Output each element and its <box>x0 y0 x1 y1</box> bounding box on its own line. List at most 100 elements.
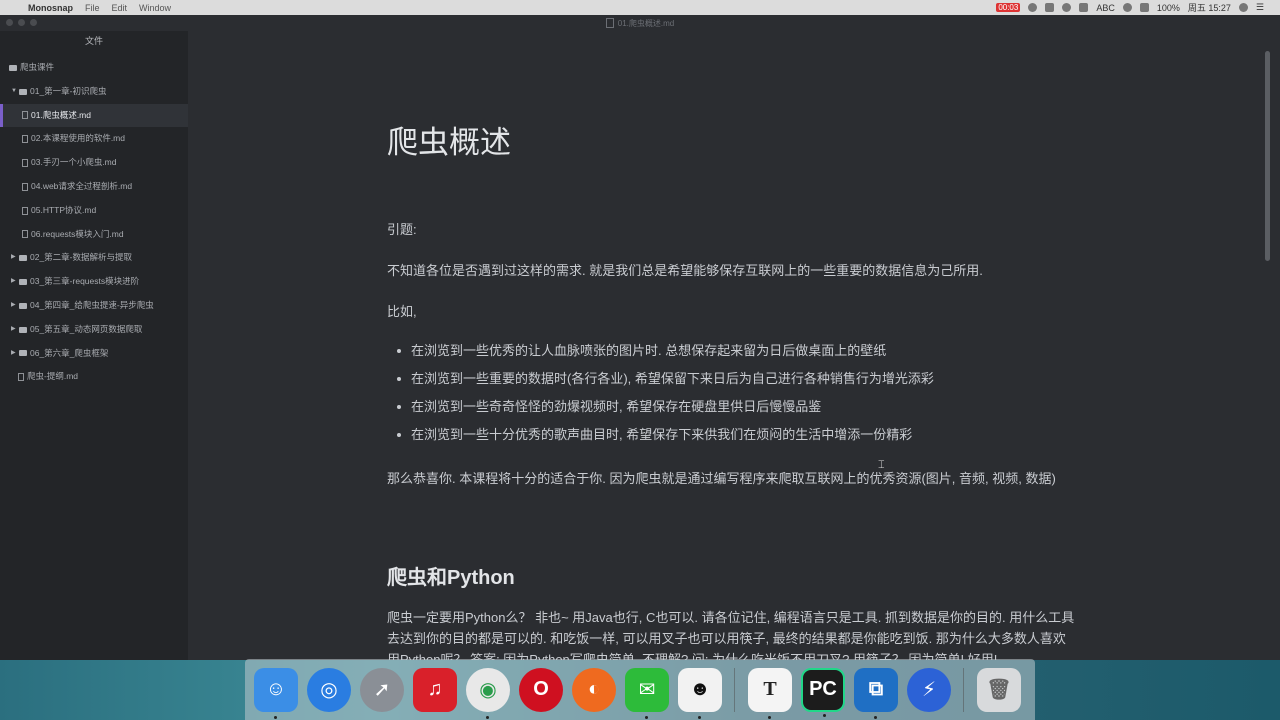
netease-music-icon[interactable]: ♫ <box>413 667 457 712</box>
notification-center-icon[interactable]: ☰ <box>1256 2 1264 13</box>
trash-icon[interactable]: 🗑 <box>977 667 1021 712</box>
file-icon <box>22 158 28 167</box>
tree-folder-ch2[interactable]: ▶ 02_第二章-数据解析与提取 <box>0 246 188 270</box>
close-button[interactable] <box>6 19 13 26</box>
file-icon <box>22 206 28 215</box>
vertical-scrollbar[interactable] <box>1265 51 1270 261</box>
firefox-icon[interactable]: ◐ <box>572 667 616 712</box>
running-indicator <box>645 715 648 719</box>
recording-indicator[interactable]: 00:03 <box>996 3 1021 12</box>
safari-icon[interactable]: ◎ <box>307 667 351 712</box>
wechat-status-icon[interactable] <box>1028 3 1038 12</box>
folder-icon <box>19 350 27 357</box>
window-titlebar: 01.爬虫概述.md <box>0 15 1280 31</box>
menubar-clock[interactable]: 周五 15:27 <box>1188 1 1231 14</box>
status-area: 00:03 ABC 100% 周五 15:27 ☰ <box>996 1 1264 14</box>
menu-file[interactable]: File <box>85 3 100 13</box>
thunder-icon[interactable]: ⚡ <box>907 667 951 712</box>
chevron-down-icon[interactable]: ▼ <box>11 80 19 104</box>
file-icon <box>22 135 28 144</box>
dock-separator <box>734 667 735 712</box>
dock-separator <box>963 667 964 712</box>
mouse-cursor-icon: ⌶ <box>878 459 885 471</box>
siri-icon[interactable] <box>1238 3 1248 12</box>
chevron-right-icon[interactable]: ▶ <box>11 342 19 366</box>
menu-edit[interactable]: Edit <box>112 3 128 13</box>
tree-file[interactable]: 03.手刃一个小爬虫.md <box>0 151 188 175</box>
volume-icon[interactable] <box>1139 3 1149 12</box>
section-paragraph: 爬虫一定要用Python么？ 非也~ 用Java也行, C也可以. 请各位记住,… <box>387 610 1075 660</box>
file-sidebar: 文件 爬虫课件 ▼ 01_第一章-初识爬虫 01.爬虫概述.md 02.本课程使用… <box>0 31 188 660</box>
file-icon <box>22 230 28 239</box>
tree-file-active[interactable]: 01.爬虫概述.md <box>0 103 188 128</box>
intro-paragraph: 不知道各位是否遇到过这样的需求. 就是我们总是希望能够保存互联网上的一些重要的数… <box>387 263 983 278</box>
list-item: 在浏览到一些十分优秀的歌声曲目时, 希望保存下来供我们在烦闷的生活中增添一份精彩 <box>387 425 934 453</box>
chevron-right-icon[interactable]: ▶ <box>11 294 19 318</box>
battery-indicator[interactable]: 100% <box>1157 3 1180 13</box>
conclusion-paragraph: 那么恭喜你. 本课程将十分的适合于你. 因为爬虫就是通过编写程序来爬取互联网上的… <box>387 471 1056 486</box>
example-list: 在浏览到一些优秀的让人血脉喷张的图片时. 总想保存起来留为日后做桌面上的壁纸 在… <box>387 341 934 453</box>
list-item: 在浏览到一些优秀的让人血脉喷张的图片时. 总想保存起来留为日后做桌面上的壁纸 <box>387 341 934 369</box>
finder-icon[interactable]: ☺ <box>254 667 298 719</box>
list-item: 在浏览到一些重要的数据时(各行各业), 希望保留下来日后为自己进行各种销售行为增… <box>387 369 934 397</box>
intro-label: 引题: <box>387 222 417 237</box>
sync-status-icon[interactable] <box>1062 3 1072 12</box>
folder-icon <box>19 88 27 95</box>
tree-folder-ch5[interactable]: ▶ 05_第五章_动态网页数据爬取 <box>0 318 188 342</box>
wechat-icon[interactable]: ✉ <box>625 667 669 719</box>
zoom-button[interactable] <box>30 19 37 26</box>
chevron-right-icon[interactable]: ▶ <box>11 318 19 342</box>
running-indicator <box>768 715 771 719</box>
tree-file-outline[interactable]: 爬虫-提纲.md <box>0 365 188 389</box>
chevron-right-icon[interactable]: ▶ <box>11 246 19 270</box>
folder-icon <box>9 64 17 71</box>
tree-file[interactable]: 02.本课程使用的软件.md <box>0 127 188 151</box>
running-indicator <box>486 715 489 719</box>
tree-file[interactable]: 04.web请求全过程剖析.md <box>0 175 188 199</box>
tree-file[interactable]: 06.requests模块入门.md <box>0 223 188 247</box>
launchpad-icon[interactable]: ➚ <box>360 667 404 712</box>
document-title: 爬虫概述 <box>387 125 511 160</box>
running-indicator <box>698 715 701 719</box>
sidebar-title[interactable]: 文件 <box>0 34 188 48</box>
folder-icon <box>19 326 27 333</box>
tree-folder-ch6[interactable]: ▶ 06_第六章_爬虫框架 <box>0 342 188 366</box>
tree-root-folder[interactable]: 爬虫课件 <box>0 56 188 80</box>
window-title: 01.爬虫概述.md <box>617 18 675 28</box>
file-icon <box>18 373 24 382</box>
pycharm-icon[interactable]: PC <box>801 667 845 717</box>
folder-icon <box>19 255 27 262</box>
folder-icon <box>19 279 27 286</box>
opera-icon[interactable]: O <box>519 667 563 712</box>
running-indicator <box>874 715 877 719</box>
tree-folder-ch4[interactable]: ▶ 04_第四章_给爬虫提速-异步爬虫 <box>0 294 188 318</box>
document-icon <box>605 18 614 28</box>
app-menu-name[interactable]: Monosnap <box>28 3 73 13</box>
chrome-icon[interactable]: ◉ <box>466 667 510 719</box>
editor-window: 01.爬虫概述.md 文件 爬虫课件 ▼ 01_第一章-初识爬虫 01.爬虫概述.… <box>0 15 1280 660</box>
file-tree: 爬虫课件 ▼ 01_第一章-初识爬虫 01.爬虫概述.md 02.本课程使用的软件… <box>0 56 188 389</box>
file-icon <box>22 182 28 191</box>
dock: ☺ ◎ ➚ ♫ ◉ O ◐ ✉ ☻ T PC ⧉ ⚡ 🗑 <box>245 659 1035 720</box>
menu-window[interactable]: Window <box>139 3 171 13</box>
folder-icon <box>19 302 27 309</box>
remote-desktop-icon[interactable]: ⧉ <box>854 667 898 719</box>
list-item: 在浏览到一些奇奇怪怪的劲爆视频时, 希望保存在硬盘里供日后慢慢品鉴 <box>387 397 934 425</box>
qq-icon[interactable]: ☻ <box>678 667 722 719</box>
clipboard-status-icon[interactable] <box>1079 3 1089 12</box>
running-indicator <box>274 715 277 719</box>
example-label: 比如, <box>387 304 417 319</box>
editor-content[interactable]: 爬虫概述 引题: 不知道各位是否遇到过这样的需求. 就是我们总是希望能够保存互联… <box>188 31 1272 660</box>
file-icon <box>22 111 28 120</box>
qq-status-icon[interactable] <box>1045 3 1055 12</box>
minimize-button[interactable] <box>18 19 25 26</box>
system-menubar: Monosnap File Edit Window 00:03 ABC 100%… <box>0 0 1280 15</box>
tree-folder-ch1[interactable]: ▼ 01_第一章-初识爬虫 <box>0 80 188 104</box>
typora-icon[interactable]: T <box>748 667 792 719</box>
input-method-indicator[interactable]: ABC <box>1096 3 1115 13</box>
wifi-icon[interactable] <box>1122 3 1132 12</box>
section-heading: 爬虫和Python <box>387 567 515 589</box>
chevron-right-icon[interactable]: ▶ <box>11 270 19 294</box>
tree-file[interactable]: 05.HTTP协议.md <box>0 199 188 223</box>
tree-folder-ch3[interactable]: ▶ 03_第三章-requests模块进阶 <box>0 270 188 294</box>
